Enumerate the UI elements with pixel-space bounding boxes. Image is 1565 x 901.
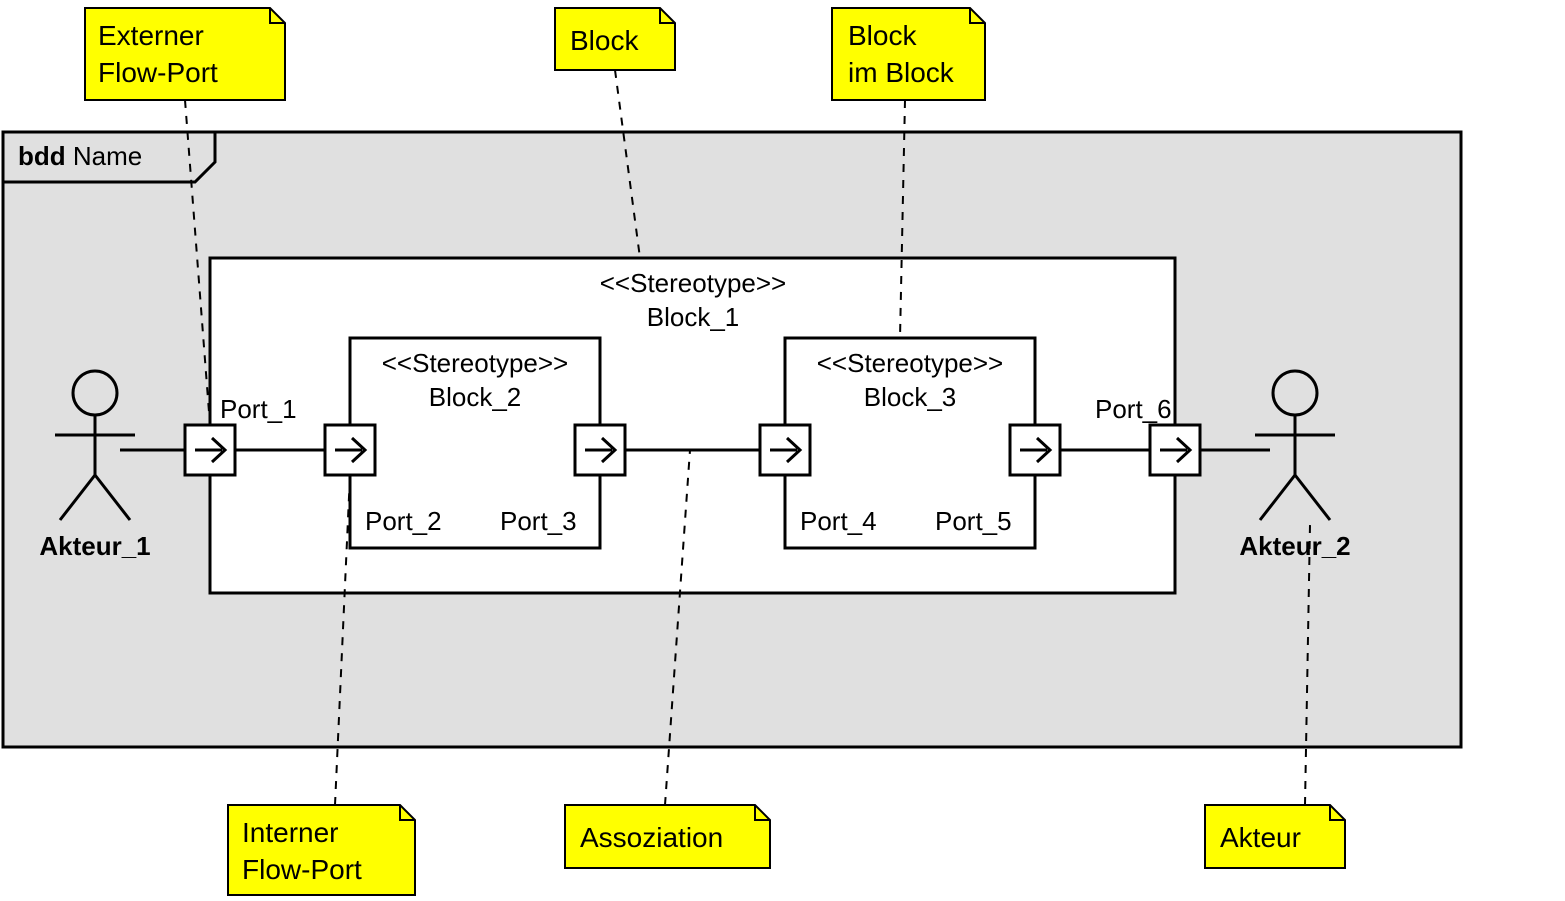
note-block-im-block: Block im Block [832,8,985,100]
port-4-label: Port_4 [800,506,877,536]
note-akteur: Akteur [1205,805,1345,868]
block-2-name: Block_2 [429,382,522,412]
block-3-name: Block_3 [864,382,957,412]
note-text: Externer [98,20,204,51]
port-1-label: Port_1 [220,394,297,424]
port-6 [1150,425,1200,475]
port-5 [1010,425,1060,475]
note-text: Flow-Port [242,854,362,885]
note-intern-flowport: Interner Flow-Port [228,805,415,895]
block-2-stereotype: <<Stereotype>> [382,348,568,378]
block-1-stereotype: <<Stereotype>> [600,268,786,298]
note-assoziation: Assoziation [565,805,770,868]
port-1 [185,425,235,475]
note-text: Flow-Port [98,57,218,88]
actor-1-label: Akteur_1 [39,531,150,561]
block-1-name: Block_1 [647,302,740,332]
note-text: im Block [848,57,955,88]
note-text: Assoziation [580,822,723,853]
note-text: Block [570,25,639,56]
actor-2-label: Akteur_2 [1239,531,1350,561]
port-2-label: Port_2 [365,506,442,536]
note-extern-flowport: Externer Flow-Port [85,8,285,100]
port-5-label: Port_5 [935,506,1012,536]
block-3-stereotype: <<Stereotype>> [817,348,1003,378]
port-3 [575,425,625,475]
note-block: Block [555,8,675,70]
port-6-label: Port_6 [1095,394,1172,424]
port-3-label: Port_3 [500,506,577,536]
port-4 [760,425,810,475]
diagram-canvas: Externer Flow-Port Block Block im Block … [0,0,1565,901]
note-text: Interner [242,817,339,848]
port-2 [325,425,375,475]
note-text: Block [848,20,917,51]
note-text: Akteur [1220,822,1301,853]
frame-kind: bdd Name [18,141,142,171]
